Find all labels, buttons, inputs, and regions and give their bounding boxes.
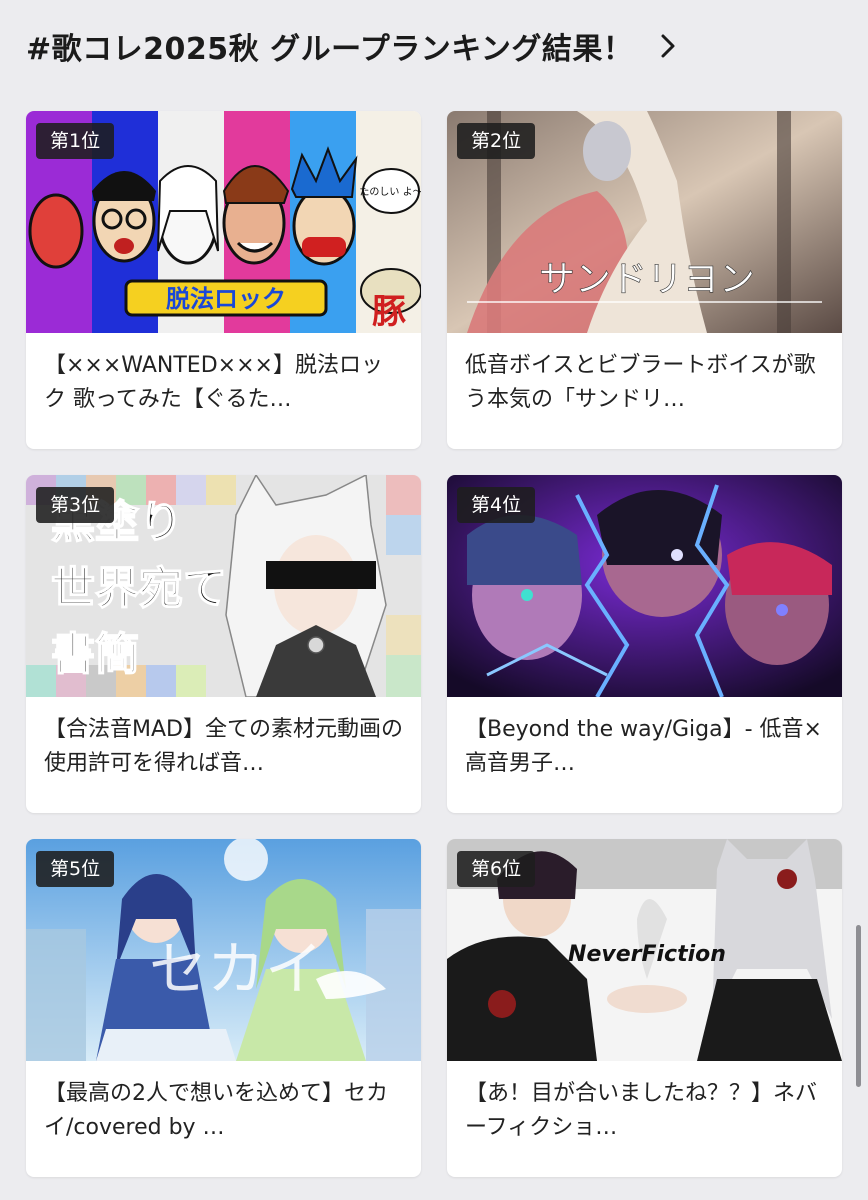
video-title[interactable]: 【合法音MAD】全ての素材元動画の使用許可を得れば音… xyxy=(44,713,403,781)
rank-badge: 第2位 xyxy=(457,123,536,159)
thumbnail-text: 書簡 xyxy=(51,629,139,680)
ranking-card-5[interactable]: セカイ 第5位 【最高の2人で想いを込めて】セカイ/covered by … xyxy=(26,839,421,1177)
section-title: #歌コレ2025秋 グループランキング結果！ xyxy=(26,32,634,67)
ranking-card-2[interactable]: サンドリヨン 第2位 低音ボイスとビブラートボイスが歌う本気の「サンドリ… xyxy=(447,111,842,449)
rank-badge: 第3位 xyxy=(36,487,115,523)
vertical-scrollbar[interactable] xyxy=(856,925,861,1087)
rank-badge: 第5位 xyxy=(36,851,115,887)
thumbnail-text: 脱法ロック xyxy=(166,285,286,313)
thumbnail-text: セカイ xyxy=(149,935,323,1003)
video-title[interactable]: 【あ！目が合いましたね？？】ネバーフィクショ… xyxy=(465,1077,824,1145)
video-thumbnail[interactable]: 第4位 xyxy=(447,475,842,697)
thumbnail-text: サンドリヨン xyxy=(539,259,755,300)
thumbnail-text: NeverFiction xyxy=(568,942,726,967)
video-title[interactable]: 【×××WANTED×××】脱法ロック 歌ってみた【ぐるた… xyxy=(44,349,403,417)
thumbnail-text: たのしい よ〜 xyxy=(359,186,421,198)
video-thumbnail[interactable]: NeverFiction 第6位 xyxy=(447,839,842,1061)
video-title[interactable]: 【Beyond the way/Giga】- 低音×高音男子… xyxy=(465,713,824,781)
video-thumbnail[interactable]: サンドリヨン 第2位 xyxy=(447,111,842,333)
video-thumbnail[interactable]: セカイ 第5位 xyxy=(26,839,421,1061)
ranking-card-1[interactable]: 脱法ロック 豚 たのしい よ〜 第1位 【×××WANTED×××】脱法ロック … xyxy=(26,111,421,449)
rank-badge: 第4位 xyxy=(457,487,536,523)
video-title[interactable]: 低音ボイスとビブラートボイスが歌う本気の「サンドリ… xyxy=(465,349,824,417)
section-header[interactable]: #歌コレ2025秋 グループランキング結果！ xyxy=(26,22,826,70)
video-thumbnail[interactable]: 黒塗り 世界宛て 書簡 第3位 xyxy=(26,475,421,697)
chevron-right-icon[interactable] xyxy=(657,30,679,62)
rank-badge: 第6位 xyxy=(457,851,536,887)
thumbnail-text: 豚 xyxy=(372,292,406,332)
ranking-card-6[interactable]: NeverFiction 第6位 【あ！目が合いましたね？？】ネバーフィクショ… xyxy=(447,839,842,1177)
thumbnail-text: 世界宛て xyxy=(51,563,227,614)
video-title[interactable]: 【最高の2人で想いを込めて】セカイ/covered by … xyxy=(44,1077,403,1145)
rank-badge: 第1位 xyxy=(36,123,115,159)
video-thumbnail[interactable]: 脱法ロック 豚 たのしい よ〜 第1位 xyxy=(26,111,421,333)
ranking-card-3[interactable]: 黒塗り 世界宛て 書簡 第3位 【合法音MAD】全ての素材元動画の使用許可を得れ… xyxy=(26,475,421,813)
ranking-card-4[interactable]: 第4位 【Beyond the way/Giga】- 低音×高音男子… xyxy=(447,475,842,813)
